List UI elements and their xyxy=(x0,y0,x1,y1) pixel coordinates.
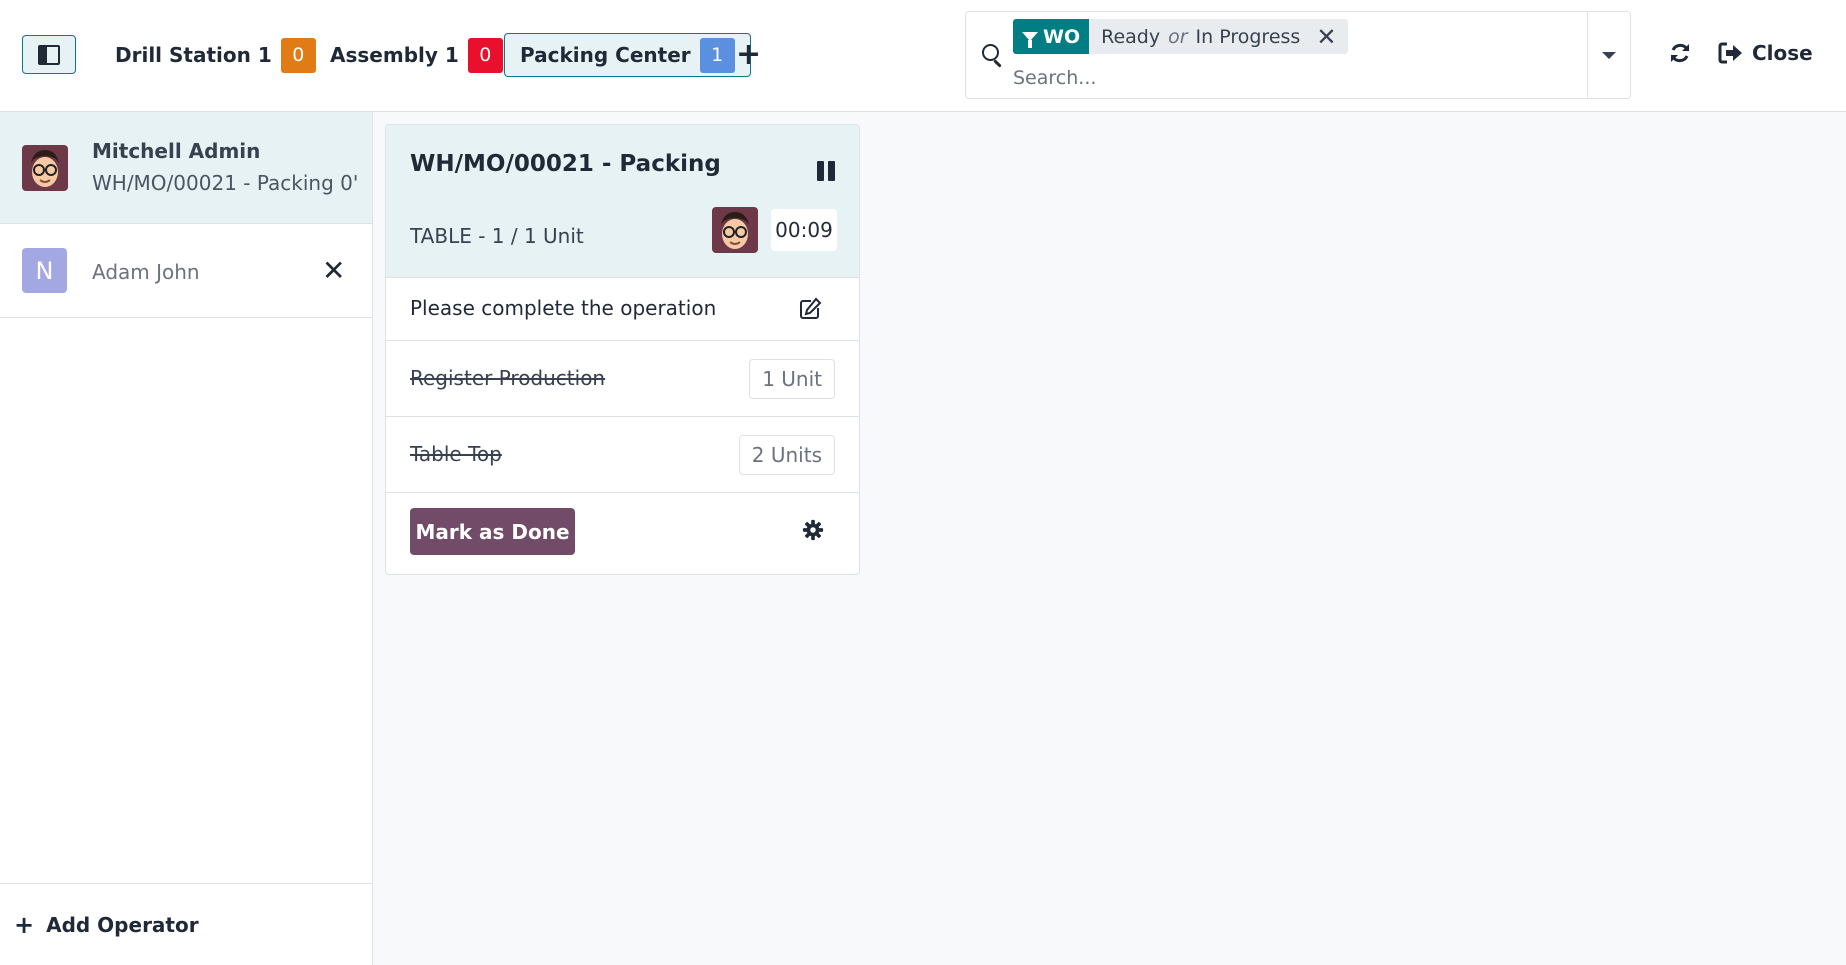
step-row[interactable]: Register Production 1 Unit xyxy=(386,341,859,417)
instruction-text: Please complete the operation xyxy=(410,296,717,320)
workcenter-tab-label: Packing Center xyxy=(520,43,691,67)
plus-icon: + xyxy=(736,37,762,72)
remove-operator-icon[interactable]: ✕ xyxy=(322,257,345,285)
operator-name: Mitchell Admin xyxy=(92,139,261,163)
top-bar: Drill Station 1 0 Assembly 1 0 Packing C… xyxy=(0,0,1846,112)
edit-icon[interactable] xyxy=(798,297,822,321)
operator-row-mitchell-admin[interactable]: Mitchell Admin WH/MO/00021 - Packing 0' xyxy=(0,112,372,224)
filter-icon xyxy=(1022,32,1038,48)
workcenter-count-badge: 0 xyxy=(467,37,503,73)
remove-facet-icon[interactable]: ✕ xyxy=(1316,23,1336,51)
workcenter-tab-assembly[interactable]: Assembly 1 0 xyxy=(315,33,518,77)
plus-icon: + xyxy=(14,910,35,939)
facet-value: Ready xyxy=(1101,25,1161,48)
refresh-button[interactable] xyxy=(1665,38,1695,68)
facet-values: Ready or In Progress ✕ xyxy=(1089,23,1348,51)
workcenter-tab-drill-station[interactable]: Drill Station 1 0 xyxy=(100,33,331,77)
sign-out-icon xyxy=(1718,42,1742,64)
search-options-toggle[interactable] xyxy=(1587,12,1630,98)
pause-icon[interactable] xyxy=(817,161,835,181)
operator-sidebar: Mitchell Admin WH/MO/00021 - Packing 0' … xyxy=(0,112,373,965)
step-quantity: 2 Units xyxy=(738,435,835,475)
caret-down-icon xyxy=(1602,51,1616,59)
step-quantity: 1 Unit xyxy=(749,359,835,399)
avatar xyxy=(712,207,758,253)
avatar: N xyxy=(22,248,67,293)
facet-label: WO xyxy=(1013,19,1090,54)
close-button[interactable]: Close xyxy=(1718,36,1813,70)
workorder-card: WH/MO/00021 - Packing TABLE - 1 / 1 Unit… xyxy=(385,124,860,575)
workcenter-count-badge: 0 xyxy=(280,37,316,73)
facet-or: or xyxy=(1168,25,1188,48)
search-input[interactable] xyxy=(1013,67,1533,89)
workcenter-tab-label: Drill Station 1 xyxy=(115,43,272,67)
sidebar-toggle-button[interactable] xyxy=(22,35,76,74)
workcenter-count-badge: 1 xyxy=(699,37,735,73)
workcenter-tab-packing-center[interactable]: Packing Center 1 xyxy=(504,33,751,77)
add-workcenter-button[interactable]: + xyxy=(736,38,761,72)
step-label: Register Production xyxy=(410,366,606,390)
avatar xyxy=(22,145,68,191)
search-panel: WO Ready or In Progress ✕ xyxy=(965,11,1631,99)
operator-current-workorder: WH/MO/00021 - Packing 0' xyxy=(92,171,359,195)
add-operator-label: Add Operator xyxy=(46,912,199,937)
close-label: Close xyxy=(1752,41,1813,65)
add-operator-button[interactable]: + Add Operator xyxy=(0,883,372,965)
operator-name: Adam John xyxy=(92,260,200,284)
mark-as-done-button[interactable]: Mark as Done xyxy=(410,508,575,555)
workorder-header[interactable]: WH/MO/00021 - Packing TABLE - 1 / 1 Unit… xyxy=(386,125,859,278)
gear-icon[interactable] xyxy=(802,519,824,541)
workorder-product: TABLE - 1 / 1 Unit xyxy=(410,224,584,248)
facet-label-text: WO xyxy=(1043,25,1081,48)
refresh-icon xyxy=(1671,43,1689,63)
instruction-row[interactable]: Please complete the operation xyxy=(386,278,859,341)
workorder-title: WH/MO/00021 - Packing xyxy=(410,151,721,177)
step-label: Table Top xyxy=(410,442,502,466)
search-facet: WO Ready or In Progress ✕ xyxy=(1013,19,1349,54)
sidebar-toggle-icon xyxy=(38,44,60,65)
operator-row-adam-john[interactable]: N Adam John ✕ xyxy=(0,224,372,318)
facet-value: In Progress xyxy=(1195,25,1301,48)
workcenter-tab-label: Assembly 1 xyxy=(330,43,459,67)
step-row[interactable]: Table Top 2 Units xyxy=(386,417,859,493)
workorder-timer: 00:09 xyxy=(771,209,837,251)
search-icon xyxy=(982,44,1004,68)
